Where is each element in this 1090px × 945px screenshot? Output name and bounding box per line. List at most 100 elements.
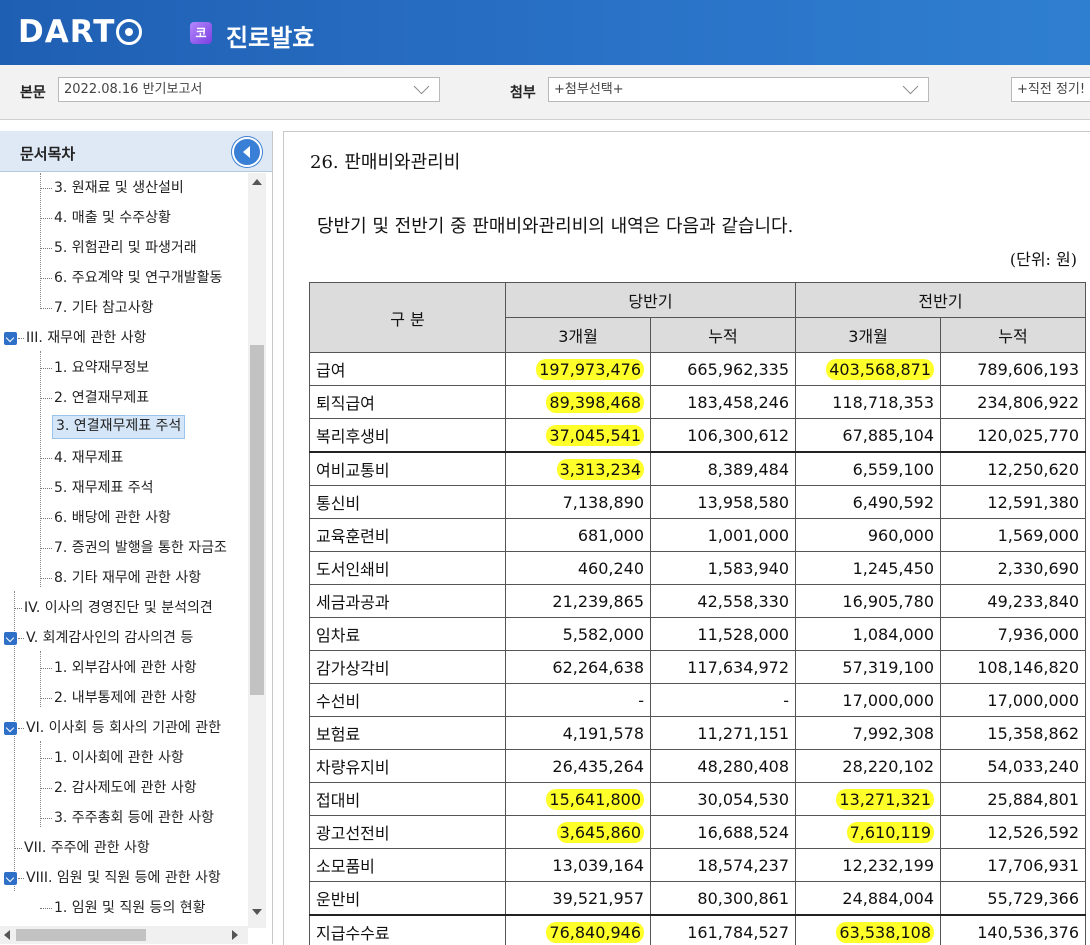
toc-item[interactable]: 3. 원재료 및 생산설비	[40, 177, 184, 199]
amount-cell: 120,025,770	[940, 418, 1086, 453]
scroll-right-icon[interactable]	[232, 930, 238, 940]
amount-cell: 24,884,004	[795, 881, 941, 916]
amount-cell: -	[505, 683, 651, 717]
amount-cell: 16,688,524	[650, 815, 796, 849]
table-row: 접대비 15,641,800 30,054,530 13,271,321 25,884,…	[309, 782, 1086, 816]
toc-item[interactable]: 2. 연결재무제표	[40, 387, 149, 409]
toc-section[interactable]: IV. 이사의 경영진단 및 분석의견	[14, 597, 213, 619]
logo-mark-icon	[116, 19, 143, 45]
amount-cell: 16,905,780	[795, 584, 941, 618]
table-row: 광고선전비 3,645,860 16,688,524 7,610,119 12,526,…	[309, 815, 1086, 849]
toc-item-selected[interactable]: 3. 연결재무제표 주석	[52, 415, 186, 439]
toc-item[interactable]: 2. 내부통제에 관한 사항	[40, 687, 197, 709]
table-row: 수선비 - - 17,000,000 17,000,000	[309, 683, 1086, 717]
toc-item[interactable]: 2. 감사제도에 관한 사항	[40, 777, 197, 799]
toc-item[interactable]: 7. 증권의 발행을 통한 자금조	[40, 537, 227, 559]
toc-hscroll-thumb[interactable]	[16, 929, 146, 941]
expand-toggle-icon[interactable]	[4, 632, 17, 645]
amount-value: 80,300,861	[697, 888, 789, 908]
toc-item[interactable]: 3. 주주총회 등에 관한 사항	[40, 807, 214, 829]
amount-cell: 197,973,476	[505, 352, 651, 386]
row-label: 감가상각비	[309, 650, 506, 684]
amount-value: 89,398,468	[546, 391, 644, 413]
amount-value: 37,045,541	[546, 424, 644, 446]
amount-value: 7,936,000	[997, 624, 1079, 644]
scroll-down-icon[interactable]	[252, 909, 262, 915]
amount-value: 15,358,862	[987, 723, 1079, 743]
toc-section[interactable]: VI. 이사회 등 회사의 기관에 관한	[18, 717, 221, 739]
toc-item[interactable]: 7. 기타 참고사항	[40, 297, 154, 319]
table-row: 지급수수료 76,840,946 161,784,527 63,538,108 140,…	[309, 914, 1086, 945]
amount-cell: 1,084,000	[795, 617, 941, 651]
attach-select[interactable]: +첨부선택+	[548, 77, 929, 102]
toc-item[interactable]: 1. 요약재무정보	[40, 357, 149, 379]
amount-cell: 6,559,100	[795, 451, 941, 486]
toc-section[interactable]: III. 재무에 관한 사항	[18, 327, 146, 349]
amount-cell: 55,729,366	[940, 881, 1086, 916]
header-three-month: 3개월	[505, 317, 651, 353]
scroll-left-icon[interactable]	[4, 930, 10, 940]
amount-cell: 39,521,957	[505, 881, 651, 916]
amount-cell: 2,330,690	[940, 551, 1086, 585]
expand-toggle-icon[interactable]	[4, 722, 17, 735]
logo-text: DART	[18, 14, 116, 50]
expand-toggle-icon[interactable]	[4, 332, 17, 345]
amount-value: -	[638, 690, 644, 710]
amount-value: 25,884,801	[987, 789, 1079, 809]
amount-cell: 28,220,102	[795, 749, 941, 783]
dart-logo[interactable]: DART	[18, 14, 143, 50]
row-label: 지급수수료	[309, 914, 506, 945]
toc-item[interactable]: 1. 외부감사에 관한 사항	[40, 657, 197, 679]
toc-item[interactable]: 4. 재무제표	[40, 447, 123, 469]
toc-scroll-thumb[interactable]	[250, 345, 264, 695]
amount-cell: 106,300,612	[650, 418, 796, 453]
expand-toggle-icon[interactable]	[4, 872, 17, 885]
amount-value: 789,606,193	[977, 359, 1079, 379]
row-label: 광고선전비	[309, 815, 506, 849]
amount-cell: -	[650, 683, 796, 717]
amount-cell: 21,239,865	[505, 584, 651, 618]
amount-cell: 6,490,592	[795, 485, 941, 519]
amount-value: 665,962,335	[687, 359, 789, 379]
amount-value: 67,885,104	[842, 425, 934, 445]
toc-section[interactable]: VIII. 임원 및 직원 등에 관한 사항	[18, 867, 221, 889]
amount-cell: 62,264,638	[505, 650, 651, 684]
toc-item[interactable]: 1. 임원 및 직원 등의 현황	[40, 897, 206, 919]
amount-cell: 17,706,931	[940, 848, 1086, 882]
toc-section[interactable]: VII. 주주에 관한 사항	[14, 837, 150, 859]
chevron-down-icon	[413, 78, 430, 95]
app-header: DART 코 진로발효	[0, 0, 1090, 65]
toc-title: 문서목차	[20, 145, 76, 163]
toc-item[interactable]: 8. 기타 재무에 관한 사항	[40, 567, 201, 589]
amount-cell: 7,936,000	[940, 617, 1086, 651]
amount-cell: 80,300,861	[650, 881, 796, 916]
amount-value: 76,840,946	[546, 921, 644, 943]
amount-value: 11,528,000	[697, 624, 789, 644]
toc-item[interactable]: 4. 매출 및 수주상황	[40, 207, 171, 229]
body-select-value: 2022.08.16 반기보고서	[64, 82, 203, 97]
row-label: 통신비	[309, 485, 506, 519]
amount-value: 6,490,592	[852, 492, 934, 512]
recent-report-select[interactable]: +직전 정기!	[1011, 77, 1090, 102]
section-title: 26. 판매비와관리비	[310, 152, 461, 173]
amount-value: 4,191,578	[562, 723, 644, 743]
amount-value: 13,271,321	[836, 788, 934, 810]
amount-cell: 37,045,541	[505, 418, 651, 453]
scroll-up-icon[interactable]	[252, 179, 262, 185]
amount-cell: 117,634,972	[650, 650, 796, 684]
collapse-sidebar-icon[interactable]	[232, 137, 262, 167]
table-row: 임차료 5,582,000 11,528,000 1,084,000 7,936,000	[309, 617, 1086, 651]
toc-item[interactable]: 6. 주요계약 및 연구개발활동	[40, 267, 222, 289]
toc-section[interactable]: V. 회계감사인의 감사의견 등	[18, 627, 193, 649]
toc-tree: 3. 원재료 및 생산설비 4. 매출 및 수주상황 5. 위험관리 및 파생거…	[0, 173, 248, 931]
body-select[interactable]: 2022.08.16 반기보고서	[58, 77, 440, 102]
toc-item[interactable]: 5. 위험관리 및 파생거래	[40, 237, 197, 259]
amount-value: 30,054,530	[697, 789, 789, 809]
toc-item[interactable]: 5. 재무제표 주석	[40, 477, 154, 499]
toc-item[interactable]: 1. 이사회에 관한 사항	[40, 747, 184, 769]
body-label: 본문	[20, 85, 46, 101]
document-toolbar: 본문 2022.08.16 반기보고서 첨부 +첨부선택+ +직전 정기!	[0, 65, 1090, 120]
amount-value: 120,025,770	[977, 425, 1079, 445]
sga-expense-table: 구 분 당반기 전반기 3개월 누적 3개월 누적 급여 197,973,476 6…	[309, 282, 1086, 945]
toc-item[interactable]: 6. 배당에 관한 사항	[40, 507, 171, 529]
